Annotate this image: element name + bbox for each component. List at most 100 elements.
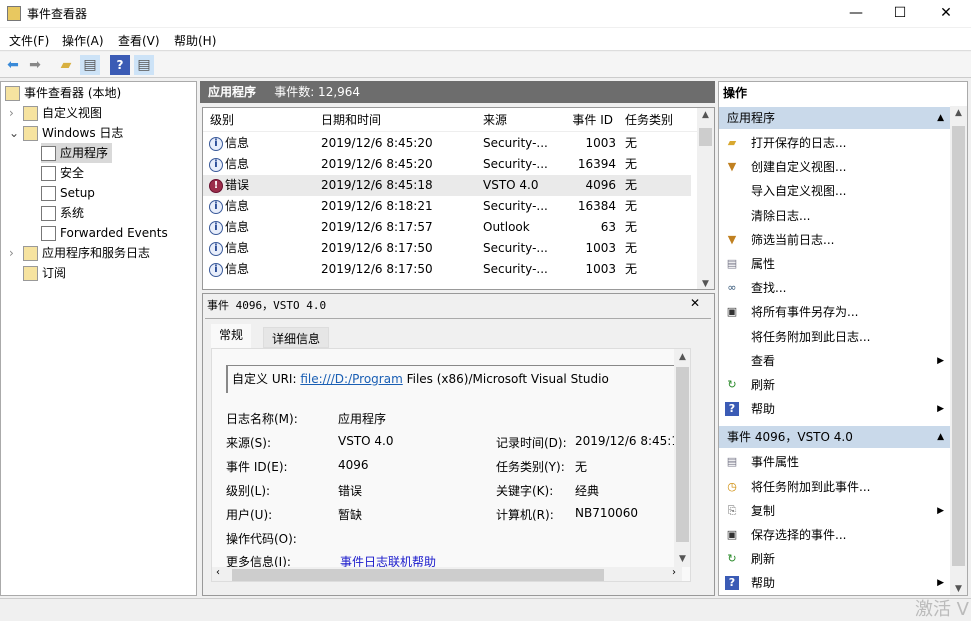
expand-icon[interactable]: › xyxy=(9,243,23,263)
action-item[interactable]: ∞ 查找... xyxy=(719,276,952,300)
scrollbar-thumb[interactable] xyxy=(676,367,689,542)
tree-item-application[interactable]: 应用程序 xyxy=(41,143,113,163)
actions-section-header[interactable]: 应用程序 ▲ xyxy=(719,107,952,129)
back-icon[interactable]: ⬅ xyxy=(3,55,23,75)
action-item[interactable]: 查看 ▶ xyxy=(719,349,952,373)
tree-item-security[interactable]: 安全 xyxy=(41,163,84,183)
action-item[interactable]: 将任务附加到此日志... xyxy=(719,325,952,349)
scroll-left-icon[interactable]: ‹ xyxy=(216,567,220,578)
action-item[interactable]: ↻ 刷新 xyxy=(719,547,952,571)
action-item[interactable]: ▼ 创建自定义视图... xyxy=(719,155,952,179)
menu-action[interactable]: 操作(A) xyxy=(62,32,104,49)
action-label: 将任务附加到此日志... xyxy=(751,329,871,344)
expand-icon[interactable]: › xyxy=(9,103,23,123)
cell-event-id: 4096 xyxy=(585,175,616,196)
action-item[interactable]: ? 帮助 ▶ xyxy=(719,397,952,421)
collapse-icon[interactable]: ▲ xyxy=(937,107,944,129)
action-item[interactable]: ▣ 保存选择的事件... xyxy=(719,523,952,547)
tab-general[interactable]: 常规 xyxy=(211,324,252,348)
general-tab-content: 自定义 URI: file:///D:/Program Files (x86)/… xyxy=(211,348,691,582)
cell-level: i 信息 xyxy=(209,238,249,259)
cell-level: i 信息 xyxy=(209,154,249,175)
action-label: 筛选当前日志... xyxy=(751,232,835,247)
scrollbar-thumb[interactable] xyxy=(232,569,604,581)
tree-item-custom-views[interactable]: › 自定义视图 xyxy=(9,103,102,123)
action-item[interactable]: ? 帮助 ▶ xyxy=(719,571,952,595)
maximize-button[interactable]: ☐ xyxy=(877,0,923,27)
minimize-button[interactable]: — xyxy=(833,0,879,27)
cell-text: Security-... xyxy=(483,241,548,255)
action-item[interactable]: 清除日志... xyxy=(719,204,952,228)
save-icon: ▣ xyxy=(726,528,738,541)
up-folder-icon[interactable]: ▰ xyxy=(56,55,76,75)
action-item[interactable]: ▰ 打开保存的日志... xyxy=(719,131,952,155)
column-header-datetime[interactable]: 日期和时间 xyxy=(321,108,381,132)
action-label: 查看 xyxy=(751,353,776,368)
cell-text: 16394 xyxy=(577,157,616,171)
scrollbar-thumb[interactable] xyxy=(952,126,965,566)
scroll-down-icon[interactable]: ▼ xyxy=(950,584,967,594)
tree-item-app-service-logs[interactable]: › 应用程序和服务日志 xyxy=(9,243,150,263)
scroll-right-icon[interactable]: › xyxy=(672,567,676,578)
tree-item-windows-logs[interactable]: ⌄ Windows 日志 xyxy=(9,123,123,143)
actions-scrollbar[interactable]: ▲ ▼ xyxy=(950,106,967,595)
action-item[interactable]: ▤ 属性 xyxy=(719,252,952,276)
help-icon: ? xyxy=(725,576,739,591)
tree-label: 自定义视图 xyxy=(42,106,103,120)
collapse-icon[interactable]: ⌄ xyxy=(9,123,23,143)
show-hide-action-pane-icon[interactable]: ▤ xyxy=(134,55,154,75)
close-button[interactable]: ✕ xyxy=(923,0,969,27)
detail-vertical-scrollbar[interactable]: ▲ ▼ xyxy=(674,349,690,567)
menu-view[interactable]: 查看(V) xyxy=(118,32,160,49)
event-row[interactable]: i 信息 2019/12/6 8:17:50 Security-... 1003 无 xyxy=(203,259,691,280)
scroll-up-icon[interactable]: ▲ xyxy=(674,352,690,362)
close-detail-icon[interactable]: ✕ xyxy=(690,296,700,310)
detail-horizontal-scrollbar[interactable]: ‹ › xyxy=(212,567,682,581)
scrollbar-thumb[interactable] xyxy=(699,128,712,146)
event-row[interactable]: i 信息 2019/12/6 8:45:20 Security-... 16394 无 xyxy=(203,154,691,175)
tree-item-subscriptions[interactable]: 订阅 xyxy=(23,263,66,283)
column-header-level[interactable]: 级别 xyxy=(210,108,234,132)
show-hide-tree-icon[interactable]: ▤ xyxy=(80,55,100,75)
scroll-down-icon[interactable]: ▼ xyxy=(697,279,714,289)
info-icon: i xyxy=(209,241,223,256)
event-row[interactable]: i 信息 2019/12/6 8:45:20 Security-... 1003 无 xyxy=(203,133,691,154)
tree-root[interactable]: 事件查看器 (本地) xyxy=(5,83,121,103)
help-icon[interactable]: ? xyxy=(110,55,130,75)
tree-item-setup[interactable]: Setup xyxy=(41,183,95,203)
forward-icon[interactable]: ➡ xyxy=(25,55,45,75)
tree-item-system[interactable]: 系统 xyxy=(41,203,84,223)
uri-link[interactable]: file:///D:/Program xyxy=(300,372,402,386)
cell-event-id: 63 xyxy=(601,217,616,238)
tree-item-forwarded-events[interactable]: Forwarded Events xyxy=(41,223,168,243)
action-item[interactable]: ◷ 将任务附加到此事件... xyxy=(719,475,952,499)
event-row[interactable]: i 信息 2019/12/6 8:17:50 Security-... 1003 无 xyxy=(203,238,691,259)
event-row[interactable]: i 信息 2019/12/6 8:17:57 Outlook 63 无 xyxy=(203,217,691,238)
column-header-event-id[interactable]: 事件 ID xyxy=(572,108,613,132)
action-item[interactable]: 导入自定义视图... xyxy=(719,179,952,203)
action-item[interactable]: ▼ 筛选当前日志... xyxy=(719,228,952,252)
event-detail-title: 事件 4096，VSTO 4.0 xyxy=(207,299,327,312)
event-row[interactable]: i 信息 2019/12/6 8:18:21 Security-... 16384 无 xyxy=(203,196,691,217)
menu-help[interactable]: 帮助(H) xyxy=(174,32,216,49)
list-vertical-scrollbar[interactable]: ▲ ▼ xyxy=(697,108,714,289)
action-item[interactable]: ▤ 事件属性 xyxy=(719,450,952,474)
action-item[interactable]: ↻ 刷新 xyxy=(719,373,952,397)
event-row[interactable]: ! 错误 2019/12/6 8:45:18 VSTO 4.0 4096 无 xyxy=(203,175,691,196)
cell-source: Security-... xyxy=(483,133,548,154)
copy-icon: ⎘ xyxy=(727,503,737,517)
scroll-down-icon[interactable]: ▼ xyxy=(674,554,690,564)
event-viewer-icon xyxy=(5,86,20,101)
subscription-folder-icon xyxy=(23,266,38,281)
cell-event-id: 16394 xyxy=(578,154,616,175)
column-header-task-category[interactable]: 任务类别 xyxy=(625,108,673,132)
tab-details[interactable]: 详细信息 xyxy=(263,327,330,348)
action-item[interactable]: ⎘ 复制 ▶ xyxy=(719,499,952,523)
collapse-icon[interactable]: ▲ xyxy=(937,426,944,448)
menu-file[interactable]: 文件(F) xyxy=(9,32,49,49)
action-item[interactable]: ▣ 将所有事件另存为... xyxy=(719,300,952,324)
actions-section-header[interactable]: 事件 4096，VSTO 4.0 ▲ xyxy=(719,426,952,449)
scroll-up-icon[interactable]: ▲ xyxy=(950,108,967,118)
column-header-source[interactable]: 来源 xyxy=(483,108,507,132)
scroll-up-icon[interactable]: ▲ xyxy=(697,110,714,120)
